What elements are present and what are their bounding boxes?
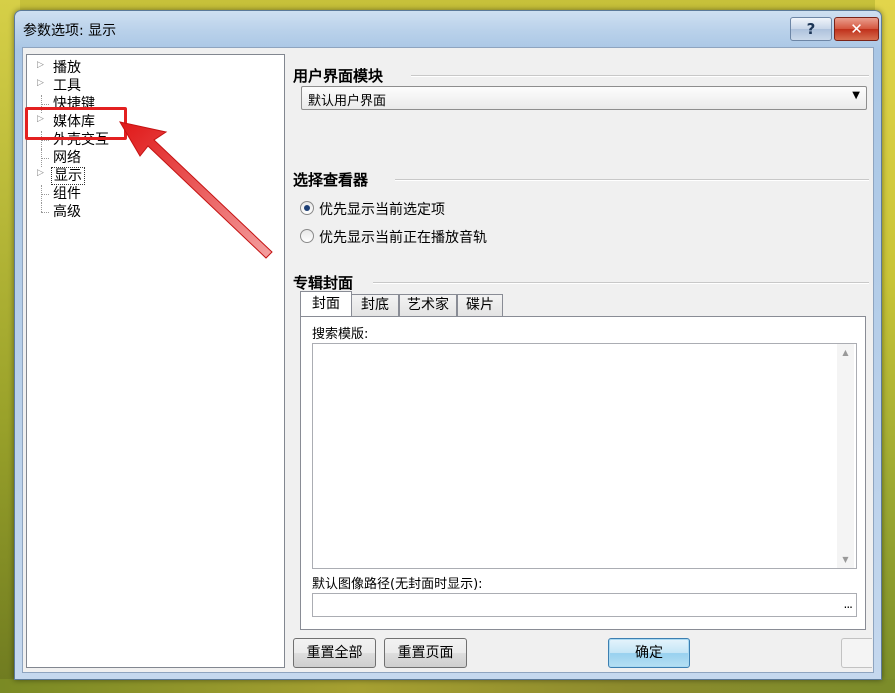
tab-front-cover[interactable]: 封面	[300, 291, 352, 316]
arrow-icon	[118, 121, 273, 259]
annotation-arrow	[118, 121, 273, 259]
